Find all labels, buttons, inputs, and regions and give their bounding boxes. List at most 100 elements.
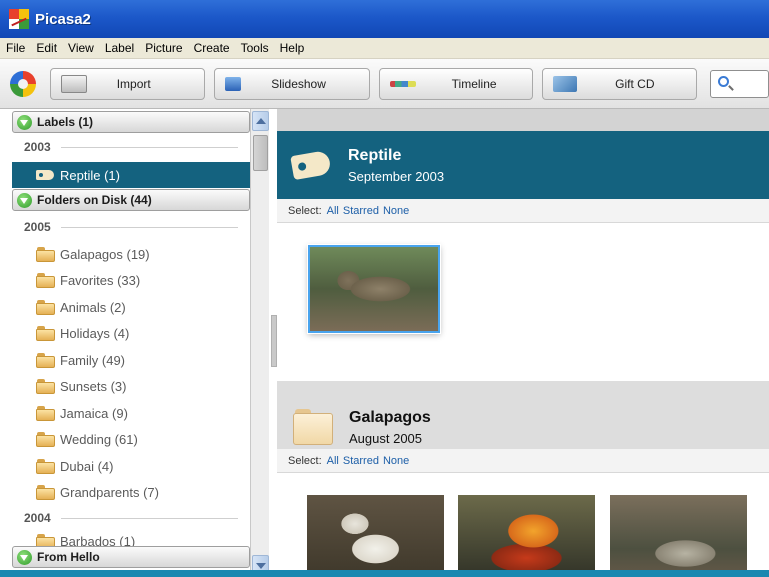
album-date: August 2005 (349, 430, 423, 446)
gift-cd-label: Gift CD (615, 76, 655, 91)
bottom-status-strip (0, 570, 769, 577)
menu-label[interactable]: Label (105, 41, 134, 55)
folder-item-wedding[interactable]: Wedding (61) (12, 426, 250, 452)
folder-item-text: Barbados (1) (60, 534, 136, 546)
folder-item-text: Sunsets (3) (60, 378, 127, 394)
folder-icon (36, 325, 56, 341)
label-item-reptile[interactable]: Reptile (1) (12, 162, 250, 188)
label-tag-icon (36, 170, 54, 180)
folder-item-text: Wedding (61) (60, 431, 138, 447)
library-scrollbar[interactable] (250, 109, 269, 577)
scroll-thumb[interactable] (253, 135, 268, 171)
slideshow-icon (225, 76, 242, 91)
year-divider-2004: 2004 (12, 507, 250, 529)
select-starred-link[interactable]: Starred (343, 205, 379, 217)
year-label: 2003 (24, 140, 51, 154)
timeline-button[interactable]: Timeline (378, 67, 534, 100)
label-item-text: Reptile (1) (60, 167, 120, 183)
window-title: Picasa2 (35, 10, 91, 28)
lightbox-content: Reptile September 2003 Select: All Starr… (277, 109, 769, 577)
folder-item-sunsets[interactable]: Sunsets (3) (12, 373, 250, 399)
menu-bar: File Edit View Label Picture Create Tool… (0, 38, 769, 59)
folder-icon (36, 534, 56, 546)
picasa-wheel-icon[interactable] (10, 70, 36, 97)
from-hello-section-header[interactable]: From Hello (12, 546, 250, 568)
iguana-photo (610, 495, 747, 577)
folder-item-animals[interactable]: Animals (2) (12, 294, 250, 320)
import-button[interactable]: Import (49, 67, 206, 100)
folder-icon (36, 272, 56, 288)
folder-item-dubai[interactable]: Dubai (4) (12, 453, 250, 479)
album-date: September 2003 (348, 168, 445, 184)
folder-icon (36, 378, 56, 394)
search-input[interactable] (709, 69, 769, 98)
folder-item-text: Family (49) (60, 352, 126, 368)
timeline-label: Timeline (451, 76, 497, 91)
menu-edit[interactable]: Edit (36, 41, 57, 55)
collapse-toggle-icon[interactable] (17, 114, 32, 130)
menu-view[interactable]: View (68, 41, 94, 55)
folder-item-galapagos[interactable]: Galapagos (19) (12, 241, 250, 267)
year-label: 2004 (24, 511, 51, 525)
collapse-toggle-icon[interactable] (17, 192, 32, 208)
menu-tools[interactable]: Tools (241, 41, 269, 55)
search-icon (717, 75, 729, 87)
photo-thumbnail-reptile[interactable] (308, 245, 440, 333)
select-bar-galapagos: Select: All Starred None (277, 449, 769, 473)
slideshow-label: Slideshow (271, 76, 326, 91)
select-starred-link[interactable]: Starred (343, 455, 379, 467)
folder-item-text: Favorites (33) (60, 272, 141, 288)
folder-item-favorites[interactable]: Favorites (33) (12, 267, 250, 293)
photo-thumbnail-galapagos-1[interactable] (307, 495, 444, 577)
folder-item-family[interactable]: Family (49) (12, 347, 250, 373)
select-all-link[interactable]: All (327, 205, 339, 217)
folder-item-grandparents[interactable]: Grandparents (7) (12, 479, 250, 505)
label-tag-icon (290, 149, 332, 181)
menu-help[interactable]: Help (280, 41, 305, 55)
folders-section-header[interactable]: Folders on Disk (44) (12, 189, 250, 211)
album-header-reptile[interactable]: Reptile September 2003 (277, 131, 769, 199)
photo-thumbnail-galapagos-2[interactable] (458, 495, 595, 577)
folder-item-text: Dubai (4) (60, 458, 114, 474)
select-none-link[interactable]: None (383, 455, 409, 467)
folder-icon (36, 299, 56, 315)
menu-create[interactable]: Create (194, 41, 230, 55)
year-divider-2005: 2005 (12, 216, 250, 238)
folder-icon (36, 484, 56, 500)
slideshow-button[interactable]: Slideshow (214, 67, 370, 100)
from-hello-header-text: From Hello (37, 550, 100, 564)
collapse-toggle-icon[interactable] (17, 549, 32, 565)
folder-icon (36, 352, 56, 368)
folder-icon (293, 409, 333, 445)
folder-icon (36, 405, 56, 421)
import-label: Import (116, 76, 151, 91)
folder-item-text: Galapagos (19) (60, 246, 150, 262)
select-label: Select: (288, 204, 322, 217)
folder-item-barbados[interactable]: Barbados (1) (12, 532, 250, 546)
folder-item-jamaica[interactable]: Jamaica (9) (12, 400, 250, 426)
select-label: Select: (288, 454, 322, 467)
toolbar: Import Slideshow Timeline Gift CD (0, 59, 769, 109)
gift-cd-button[interactable]: Gift CD (542, 67, 697, 100)
select-all-link[interactable]: All (327, 455, 339, 467)
folder-item-text: Holidays (4) (60, 325, 130, 341)
folder-item-text: Animals (2) (60, 299, 126, 315)
bird-photo (307, 495, 444, 577)
menu-file[interactable]: File (6, 41, 25, 55)
folder-item-holidays[interactable]: Holidays (4) (12, 320, 250, 346)
folder-icon (36, 246, 56, 262)
content-top-spacer (277, 109, 769, 131)
album-title: Galapagos (349, 408, 431, 426)
labels-header-text: Labels (1) (37, 115, 94, 129)
gift-cd-icon (553, 75, 578, 92)
picasa-logo-icon (9, 9, 29, 29)
photo-thumbnail-galapagos-3[interactable] (610, 495, 747, 577)
select-none-link[interactable]: None (383, 205, 409, 217)
labels-section-header[interactable]: Labels (1) (12, 111, 250, 133)
folder-item-text: Jamaica (9) (60, 405, 128, 421)
timeline-icon (389, 80, 416, 87)
scroll-up-arrow-icon[interactable] (252, 111, 269, 131)
folder-icon (36, 458, 56, 474)
menu-picture[interactable]: Picture (145, 41, 182, 55)
select-bar-reptile: Select: All Starred None (277, 199, 769, 223)
